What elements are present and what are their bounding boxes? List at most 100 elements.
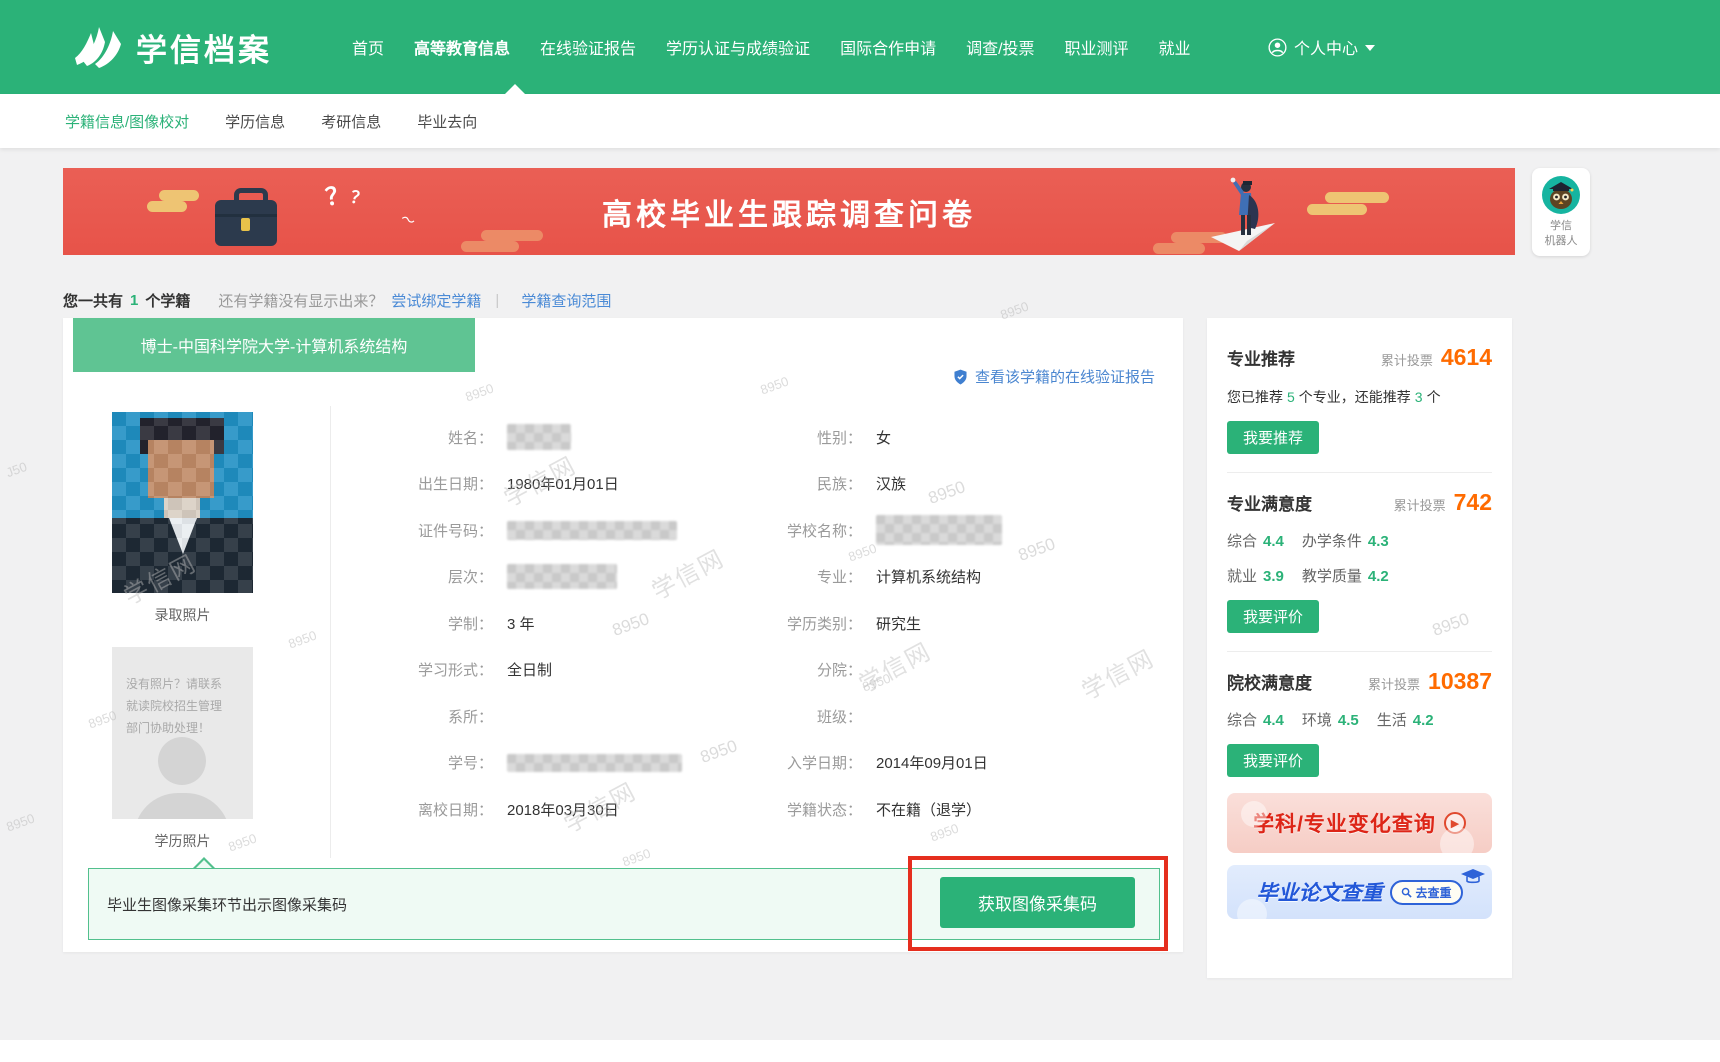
school-satisfaction-section: 院校满意度 累计投票 10387	[1227, 668, 1492, 695]
tab-postgraduate-info[interactable]: 考研信息	[321, 111, 381, 132]
nav-employment[interactable]: 就业	[1159, 35, 1191, 59]
person-silhouette-icon	[158, 737, 206, 785]
field-value: 2014年09月01日	[876, 752, 988, 773]
redacted-value	[507, 521, 677, 540]
nav-home[interactable]: 首页	[352, 35, 384, 59]
field-label: 学制：	[363, 613, 493, 634]
enrollment-query-range-link[interactable]: 学籍查询范围	[521, 290, 611, 311]
divider	[1227, 472, 1492, 473]
enrollment-tab[interactable]: 博士-中国科学院大学-计算机系统结构	[73, 318, 475, 372]
footer-strip	[0, 1040, 1720, 1062]
field-value: 不在籍（退学）	[876, 799, 981, 820]
field-row: 学号： 入学日期： 2014年09月01日	[363, 740, 1153, 787]
cloud-decoration	[1325, 192, 1389, 203]
field-label: 民族：	[732, 473, 862, 494]
recommend-desc: 您已推荐5个专业，还能推荐3个	[1227, 387, 1492, 407]
metric-value: 4.4	[1263, 533, 1284, 550]
chsi-archive-page: 学信档案 首页 高等教育信息 在线验证报告 学历认证与成绩验证 国际合作申请 调…	[0, 0, 1720, 1062]
field-label: 系所：	[363, 706, 493, 727]
field-row: 学习形式： 全日制 分院：	[363, 647, 1153, 694]
field-label: 证件号码：	[363, 520, 493, 541]
graduation-cap-icon	[1460, 867, 1486, 887]
sidebar: 专业推荐 累计投票 4614 您已推荐5个专业，还能推荐3个 我要推荐 专业满意…	[1207, 318, 1512, 978]
degree-photo-placeholder: 没有照片？请联系 就读院校招生管理 部门协助处理！	[112, 647, 253, 819]
nav-online-verification[interactable]: 在线验证报告	[540, 35, 636, 59]
field-row: 离校日期： 2018年03月30日 学籍状态： 不在籍（退学）	[363, 786, 1153, 833]
magnifier-icon	[1401, 887, 1412, 898]
field-value: 女	[876, 427, 891, 448]
field-value: 计算机系统结构	[876, 566, 981, 587]
survey-banner[interactable]: ？？ ～ 高校毕业生跟踪调查问卷	[63, 168, 1515, 255]
field-value: 3 年	[507, 613, 732, 634]
robot-label-line1: 学信	[1550, 219, 1572, 234]
nav-international-cooperation[interactable]: 国际合作申请	[840, 35, 936, 59]
no-photo-line3: 部门协助处理！	[126, 717, 241, 739]
field-row: 学制： 3 年 学历类别： 研究生	[363, 600, 1153, 647]
field-label: 学号：	[363, 752, 493, 773]
field-label: 学籍状态：	[732, 799, 862, 820]
status-suffix: 个学籍	[145, 290, 190, 311]
enrollment-card: 博士-中国科学院大学-计算机系统结构 查看该学籍的在线验证报告 录取照片 没有照	[63, 318, 1183, 952]
watermark: 8950	[4, 811, 36, 835]
metric-value: 4.5	[1338, 712, 1359, 729]
divider	[1227, 651, 1492, 652]
robot-label-line2: 机器人	[1545, 234, 1578, 249]
chsi-robot-widget[interactable]: 学信 机器人	[1532, 168, 1590, 256]
metric-value: 3.9	[1263, 568, 1284, 585]
metric-label: 综合	[1227, 533, 1257, 550]
subject-change-query-banner[interactable]: 学科/专业变化查询 ▶	[1227, 793, 1492, 853]
section-title: 专业满意度	[1227, 490, 1312, 515]
bind-enrollment-link[interactable]: 尝试绑定学籍	[391, 290, 481, 311]
votes-count: 4614	[1441, 344, 1492, 371]
redacted-value	[507, 424, 571, 450]
redacted-value	[507, 754, 682, 772]
logo-pages-icon	[72, 24, 126, 70]
red-highlight-rectangle	[908, 856, 1168, 951]
metric-label: 办学条件	[1302, 533, 1362, 550]
link-separator: |	[495, 292, 499, 309]
user-menu[interactable]: 个人中心	[1268, 0, 1375, 94]
graduate-on-paper-plane	[1183, 171, 1303, 255]
votes-count: 10387	[1428, 668, 1492, 695]
tab-graduation-destination[interactable]: 毕业去向	[417, 111, 477, 132]
field-label: 专业：	[732, 566, 862, 587]
field-label: 姓名：	[363, 427, 493, 448]
admission-photo	[112, 412, 253, 593]
nav-career-assessment[interactable]: 职业测评	[1065, 35, 1129, 59]
degree-photo-label: 学历照片	[112, 831, 253, 851]
verification-report-link[interactable]: 查看该学籍的在线验证报告	[952, 366, 1155, 387]
no-photo-line2: 就读院校招生管理	[126, 695, 241, 717]
logo-text: 学信档案	[136, 25, 272, 70]
metric-row: 综合4.4 环境4.5 生活4.2	[1227, 709, 1492, 730]
nav-survey-vote[interactable]: 调查/投票	[966, 35, 1034, 59]
subject-change-query-label: 学科/专业变化查询	[1253, 808, 1436, 838]
field-row: 系所： 班级：	[363, 693, 1153, 740]
field-label: 入学日期：	[732, 752, 862, 773]
recommend-button[interactable]: 我要推荐	[1227, 421, 1319, 454]
evaluate-major-button[interactable]: 我要评价	[1227, 600, 1319, 633]
tab-degree-info[interactable]: 学历信息	[225, 111, 285, 132]
metric-value: 4.2	[1368, 568, 1389, 585]
major-satisfaction-section: 专业满意度 累计投票 742	[1227, 489, 1492, 516]
field-label: 学习形式：	[363, 659, 493, 680]
field-label: 离校日期：	[363, 799, 493, 820]
metric-row: 就业3.9 教学质量4.2	[1227, 565, 1492, 586]
nav-higher-education[interactable]: 高等教育信息	[414, 35, 510, 59]
thesis-plagiarism-check-banner[interactable]: 毕业论文查重 去查重	[1227, 865, 1492, 919]
go-check-badge: 去查重	[1390, 880, 1462, 905]
status-question: 还有学籍没有显示出来？	[218, 290, 383, 311]
top-nav: 首页 高等教育信息 在线验证报告 学历认证与成绩验证 国际合作申请 调查/投票 …	[352, 0, 1191, 94]
remaining-count: 3	[1415, 389, 1423, 405]
metric-value: 4.4	[1263, 712, 1284, 729]
thesis-check-label: 毕业论文查重	[1256, 877, 1382, 907]
tab-enrollment-info[interactable]: 学籍信息/图像校对	[65, 111, 189, 132]
verification-report-label: 查看该学籍的在线验证报告	[975, 366, 1155, 387]
field-label: 班级：	[732, 706, 862, 727]
major-recommend-section: 专业推荐 累计投票 4614	[1227, 344, 1492, 371]
field-value: 2018年03月30日	[507, 799, 732, 820]
logo[interactable]: 学信档案	[72, 24, 272, 70]
section-title: 专业推荐	[1227, 345, 1295, 370]
nav-credential-authentication[interactable]: 学历认证与成绩验证	[666, 35, 810, 59]
evaluate-school-button[interactable]: 我要评价	[1227, 744, 1319, 777]
field-row: 证件号码： 学校名称：	[363, 507, 1153, 554]
